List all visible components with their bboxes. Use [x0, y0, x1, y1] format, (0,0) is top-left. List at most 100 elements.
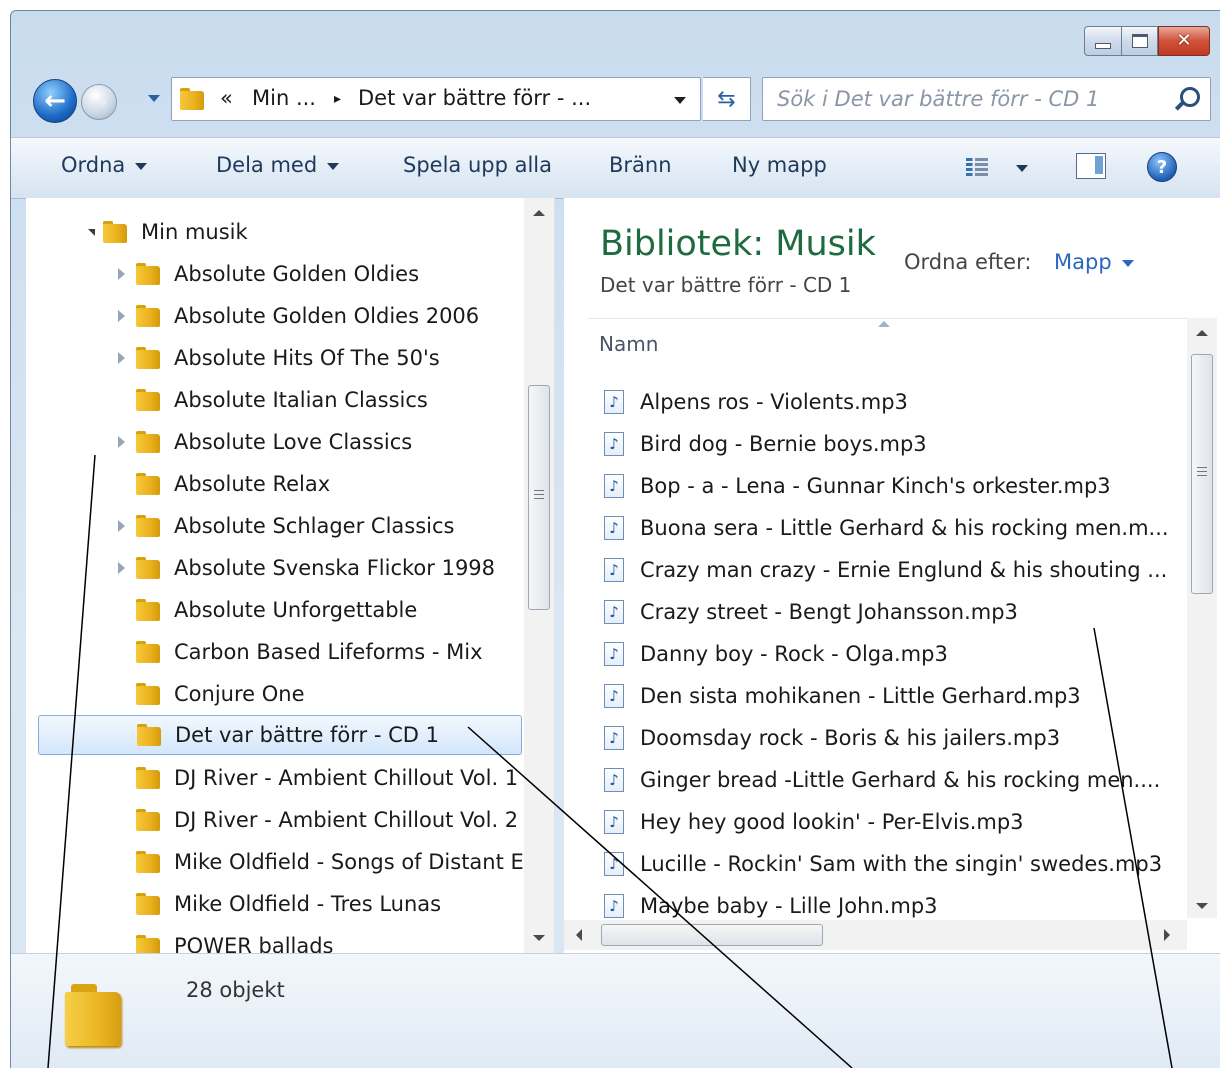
tree-root-min-musik[interactable]: Min musik — [88, 212, 248, 252]
minimize-button[interactable] — [1084, 26, 1121, 56]
tree-item-label: Absolute Hits Of The 50's — [174, 346, 440, 370]
navigation-scrollbar[interactable] — [524, 198, 554, 953]
new-folder-button[interactable]: Ny mapp — [732, 153, 827, 177]
help-button[interactable]: ? — [1147, 152, 1177, 182]
tree-item[interactable]: Absolute Unforgettable — [136, 590, 417, 630]
list-item[interactable]: ♪ Crazy man crazy - Ernie Englund & his s… — [604, 551, 1167, 589]
audio-file-icon: ♪ — [604, 390, 624, 414]
tree-item[interactable]: Absolute Svenska Flickor 1998 — [118, 548, 495, 588]
scrollbar-thumb[interactable] — [1191, 354, 1213, 594]
breadcrumb-current[interactable]: Det var bättre förr - ... — [358, 86, 591, 110]
search-icon[interactable] — [1180, 87, 1200, 107]
breadcrumb-min-musik[interactable]: Min ... — [252, 86, 316, 110]
column-header-name[interactable]: Namn — [588, 318, 1188, 369]
file-name: Lucille - Rockin' Sam with the singin' s… — [640, 852, 1163, 876]
tree-item-label: DJ River - Ambient Chillout Vol. 1 — [174, 766, 519, 790]
list-item[interactable]: ♪ Buona sera - Little Gerhard & his rocki… — [604, 509, 1169, 547]
list-item[interactable]: ♪ Bird dog - Bernie boys.mp3 — [604, 425, 927, 463]
organize-button[interactable]: Ordna — [61, 153, 148, 177]
collapsed-arrow-icon[interactable] — [118, 562, 125, 574]
organize-label: Ordna — [61, 153, 126, 177]
file-name: Danny boy - Rock - Olga.mp3 — [640, 642, 948, 666]
tree-item[interactable]: Absolute Italian Classics — [136, 380, 428, 420]
scroll-left-icon[interactable] — [576, 929, 582, 941]
list-item[interactable]: ♪ Alpens ros - Violents.mp3 — [604, 383, 908, 421]
file-list-scrollbar[interactable] — [1187, 318, 1217, 918]
audio-file-icon: ♪ — [604, 600, 624, 624]
list-item[interactable]: ♪ Bop - a - Lena - Gunnar Kinch's orkeste… — [604, 467, 1111, 505]
scroll-down-icon[interactable] — [533, 935, 545, 941]
list-item[interactable]: ♪ Crazy street - Bengt Johansson.mp3 — [604, 593, 1018, 631]
tree-item[interactable]: Absolute Hits Of The 50's — [118, 338, 440, 378]
folder-icon — [65, 984, 125, 1046]
tree-item[interactable]: DJ River - Ambient Chillout Vol. 1 — [136, 758, 518, 798]
tree-item[interactable]: Mike Oldfield - Tres Lunas — [136, 884, 441, 924]
collapsed-arrow-icon[interactable] — [118, 520, 125, 532]
tree-item[interactable]: Absolute Golden Oldies — [118, 254, 420, 294]
tree-item[interactable]: Absolute Relax — [136, 464, 330, 504]
folder-icon — [137, 724, 161, 746]
close-button[interactable]: ✕ — [1158, 26, 1210, 56]
forward-button[interactable]: → — [81, 84, 117, 120]
burn-button[interactable]: Bränn — [609, 153, 672, 177]
back-button[interactable]: ← — [33, 79, 77, 123]
scroll-right-icon[interactable] — [1164, 929, 1170, 941]
horizontal-scrollbar[interactable] — [564, 920, 1187, 950]
tree-item[interactable]: POWER ballads — [136, 926, 334, 953]
folder-icon — [136, 683, 160, 705]
collapsed-arrow-icon[interactable] — [118, 310, 125, 322]
breadcrumb-overflow[interactable]: « — [220, 86, 233, 110]
tree-item[interactable]: Absolute Schlager Classics — [118, 506, 454, 546]
address-dropdown-icon[interactable] — [674, 97, 686, 104]
expanded-arrow-icon[interactable] — [88, 228, 95, 236]
tree-item-label: DJ River - Ambient Chillout Vol. 2 — [174, 808, 519, 832]
folder-icon — [136, 431, 160, 453]
tree-item[interactable]: Absolute Love Classics — [118, 422, 413, 462]
address-bar[interactable]: « Min ... ▸ Det var bättre förr - ... — [171, 77, 701, 121]
maximize-icon — [1131, 34, 1148, 48]
list-item[interactable]: ♪ Hey hey good lookin' - Per-Elvis.mp3 — [604, 803, 1024, 841]
maximize-button[interactable] — [1121, 26, 1158, 56]
horizontal-scrollbar-thumb[interactable] — [601, 924, 823, 946]
search-box[interactable]: Sök i Det var bättre förr - CD 1 — [762, 77, 1211, 121]
preview-pane-button[interactable] — [1076, 153, 1106, 179]
details-pane: 28 objekt — [11, 953, 1220, 1068]
tree-item[interactable]: DJ River - Ambient Chillout Vol. 2 — [136, 800, 518, 840]
collapsed-arrow-icon[interactable] — [118, 352, 125, 364]
list-item[interactable]: ♪ Den sista mohikanen - Little Gerhard.mp… — [604, 677, 1081, 715]
file-name: Crazy man crazy - Ernie Englund & his sh… — [640, 558, 1168, 582]
tree-item[interactable]: Mike Oldfield - Songs of Distant E — [136, 842, 524, 882]
tree-item[interactable]: Conjure One — [136, 674, 305, 714]
tree-item[interactable]: Det var bättre förr - CD 1 — [38, 715, 522, 755]
scroll-down-icon[interactable] — [1196, 903, 1208, 909]
tree-item-label: Absolute Love Classics — [174, 430, 413, 454]
list-item[interactable]: ♪ Lucille - Rockin' Sam with the singin' … — [604, 845, 1162, 883]
list-item[interactable]: ♪ Ginger bread -Little Gerhard & his rock… — [604, 761, 1160, 799]
view-options-icon[interactable] — [966, 156, 988, 176]
breadcrumb-separator-icon[interactable]: ▸ — [334, 91, 341, 107]
scroll-up-icon[interactable] — [533, 210, 545, 216]
close-icon: ✕ — [1176, 30, 1192, 51]
list-item[interactable]: ♪ Danny boy - Rock - Olga.mp3 — [604, 635, 948, 673]
chevron-down-icon — [135, 162, 148, 170]
recent-pages-dropdown[interactable] — [148, 95, 160, 102]
collapsed-arrow-icon[interactable] — [118, 268, 125, 280]
file-name: Ginger bread -Little Gerhard & his rocki… — [640, 768, 1161, 792]
folder-icon — [136, 599, 160, 621]
file-name: Bop - a - Lena - Gunnar Kinch's orkester… — [640, 474, 1111, 498]
arrange-by-dropdown[interactable]: Mapp — [1054, 250, 1134, 274]
view-options-dropdown[interactable] — [1016, 165, 1028, 172]
folder-icon — [136, 893, 160, 915]
tree-item[interactable]: Carbon Based Lifeforms - Mix — [136, 632, 483, 672]
list-item[interactable]: ♪ Doomsday rock - Boris & his jailers.mp3 — [604, 719, 1060, 757]
scroll-up-icon[interactable] — [1196, 330, 1208, 336]
collapsed-arrow-icon[interactable] — [118, 436, 125, 448]
refresh-button[interactable]: ⇆ — [703, 77, 751, 121]
tree-item[interactable]: Absolute Golden Oldies 2006 — [118, 296, 479, 336]
minimize-icon — [1095, 42, 1111, 49]
arrange-by-value: Mapp — [1054, 250, 1112, 274]
tree-item-label: Absolute Golden Oldies — [174, 262, 420, 286]
play-all-button[interactable]: Spela upp alla — [403, 153, 552, 177]
scrollbar-thumb[interactable] — [528, 385, 550, 610]
share-button[interactable]: Dela med — [216, 153, 340, 177]
